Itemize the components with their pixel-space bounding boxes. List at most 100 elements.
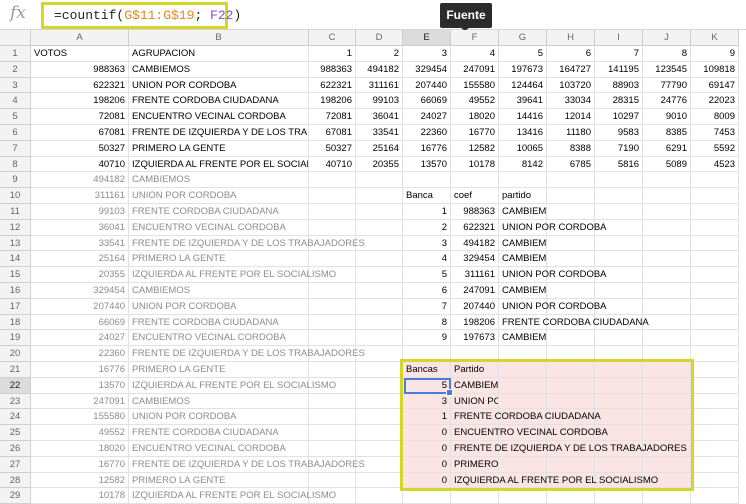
cell-b25[interactable]: FRENTE CORDOBA CIUDADANA — [129, 425, 309, 441]
formula-input[interactable]: =countif(G$11:G$19; F22) — [41, 2, 241, 29]
cell-d23[interactable] — [356, 393, 403, 410]
column-header-k[interactable]: K — [691, 30, 739, 46]
row-header-24[interactable]: 24 — [0, 409, 31, 426]
cell-f2[interactable]: 247091 — [451, 61, 499, 78]
cell-c6[interactable]: 67081 — [309, 125, 356, 141]
cell-a3[interactable]: 622321 — [31, 77, 129, 94]
row-header-4[interactable]: 4 — [0, 93, 31, 110]
cell-j16[interactable] — [643, 283, 691, 299]
cell-h19[interactable] — [547, 330, 595, 347]
cell-d25[interactable] — [356, 425, 403, 441]
cell-i13[interactable] — [595, 235, 643, 252]
cell-j14[interactable] — [643, 251, 691, 268]
cell-a17[interactable]: 207440 — [31, 298, 129, 315]
cell-i20[interactable] — [595, 346, 643, 362]
cell-a8[interactable]: 40710 — [31, 156, 129, 173]
cell-a1[interactable]: VOTOS — [31, 46, 129, 62]
cell-e13[interactable]: 3 — [403, 235, 451, 252]
cell-h22[interactable] — [547, 377, 595, 394]
cell-h6[interactable]: 11180 — [547, 125, 595, 141]
cell-f15[interactable]: 311161 — [451, 267, 499, 283]
cell-k6[interactable]: 7453 — [691, 125, 739, 141]
cell-f20[interactable] — [451, 346, 499, 362]
cell-f4[interactable]: 49552 — [451, 93, 499, 110]
column-header-h[interactable]: H — [547, 30, 595, 46]
cell-g7[interactable]: 10065 — [499, 140, 547, 157]
row-header-29[interactable]: 29 — [0, 488, 31, 504]
cell-a7[interactable]: 50327 — [31, 140, 129, 157]
column-header-j[interactable]: J — [643, 30, 691, 46]
cell-g20[interactable] — [499, 346, 547, 362]
cell-i11[interactable] — [595, 204, 643, 220]
cell-d16[interactable] — [356, 283, 403, 299]
cell-b23[interactable]: CAMBIEMOS — [129, 393, 309, 410]
cell-b5[interactable]: ENCUENTRO VECINAL CORDOBA — [129, 109, 309, 125]
cell-g2[interactable]: 197673 — [499, 61, 547, 78]
cell-f18[interactable]: 198206 — [451, 314, 499, 331]
cell-d29[interactable] — [356, 488, 403, 504]
cell-c2[interactable]: 988363 — [309, 61, 356, 78]
cell-b13[interactable]: FRENTE DE IZQUIERDA Y DE LOS TRABAJADORE… — [129, 235, 365, 252]
cell-j9[interactable] — [643, 172, 691, 189]
cell-b26[interactable]: ENCUENTRO VECINAL CORDOBA — [129, 441, 309, 457]
cell-k20[interactable] — [691, 346, 739, 362]
cell-f16[interactable]: 247091 — [451, 283, 499, 299]
cell-h9[interactable] — [547, 172, 595, 189]
cell-d1[interactable]: 2 — [356, 46, 403, 62]
cell-b2[interactable]: CAMBIEMOS — [129, 61, 309, 78]
cell-d8[interactable]: 20355 — [356, 156, 403, 173]
row-header-14[interactable]: 14 — [0, 251, 31, 268]
cell-f6[interactable]: 16770 — [451, 125, 499, 141]
cell-d10[interactable] — [356, 188, 403, 204]
cell-f26[interactable]: FRENTE DE IZQUIERDA Y DE LOS TRABAJADORE… — [451, 441, 687, 457]
cell-b24[interactable]: UNION POR CORDOBA — [129, 409, 309, 426]
cell-i19[interactable] — [595, 330, 643, 347]
cell-b21[interactable]: PRIMERO LA GENTE — [129, 362, 309, 378]
cell-f22[interactable]: CAMBIEMOS — [451, 377, 499, 394]
row-header-28[interactable]: 28 — [0, 472, 31, 489]
cell-e23[interactable]: 3 — [403, 393, 451, 410]
cell-e12[interactable]: 2 — [403, 219, 451, 236]
cell-f5[interactable]: 18020 — [451, 109, 499, 125]
cell-d15[interactable] — [356, 267, 403, 283]
cell-e5[interactable]: 24027 — [403, 109, 451, 125]
cell-d18[interactable] — [356, 314, 403, 331]
cell-h23[interactable] — [547, 393, 595, 410]
cell-c17[interactable] — [309, 298, 356, 315]
cell-c24[interactable] — [309, 409, 356, 426]
cell-e10[interactable]: Banca — [403, 188, 451, 204]
cell-d17[interactable] — [356, 298, 403, 315]
cell-a5[interactable]: 72081 — [31, 109, 129, 125]
cell-f28[interactable]: IZQUIERDA AL FRENTE POR EL SOCIALISMO — [451, 472, 658, 489]
cell-h10[interactable] — [547, 188, 595, 204]
cell-a24[interactable]: 155580 — [31, 409, 129, 426]
fill-handle[interactable] — [446, 388, 453, 396]
cell-h16[interactable] — [547, 283, 595, 299]
cell-c1[interactable]: 1 — [309, 46, 356, 62]
cell-h4[interactable]: 33034 — [547, 93, 595, 110]
cell-g4[interactable]: 39641 — [499, 93, 547, 110]
cell-g11[interactable]: CAMBIEMOS — [499, 204, 547, 220]
cell-b8[interactable]: IZQUIERDA AL FRENTE POR EL SOCIALI — [129, 156, 309, 173]
cell-a16[interactable]: 329454 — [31, 283, 129, 299]
cell-c10[interactable] — [309, 188, 356, 204]
cell-i22[interactable] — [595, 377, 643, 394]
cell-b10[interactable]: UNION POR CORDOBA — [129, 188, 309, 204]
cell-f25[interactable]: ENCUENTRO VECINAL CORDOBA — [451, 425, 608, 441]
row-header-7[interactable]: 7 — [0, 140, 31, 157]
cell-f12[interactable]: 622321 — [451, 219, 499, 236]
cell-f24[interactable]: FRENTE CORDOBA CIUDADANA — [451, 409, 601, 426]
cell-b6[interactable]: FRENTE DE IZQUIERDA Y DE LOS TRA — [129, 125, 309, 141]
column-header-d[interactable]: D — [356, 30, 403, 46]
cell-k4[interactable]: 22023 — [691, 93, 739, 110]
cell-f14[interactable]: 329454 — [451, 251, 499, 268]
cell-h1[interactable]: 6 — [547, 46, 595, 62]
column-header-b[interactable]: B — [129, 30, 309, 46]
cell-e1[interactable]: 3 — [403, 46, 451, 62]
cell-e25[interactable]: 0 — [403, 425, 451, 441]
cell-j24[interactable] — [643, 409, 691, 426]
cell-i7[interactable]: 7190 — [595, 140, 643, 157]
cell-k9[interactable] — [691, 172, 739, 189]
cell-a2[interactable]: 988363 — [31, 61, 129, 78]
cell-e9[interactable] — [403, 172, 451, 189]
